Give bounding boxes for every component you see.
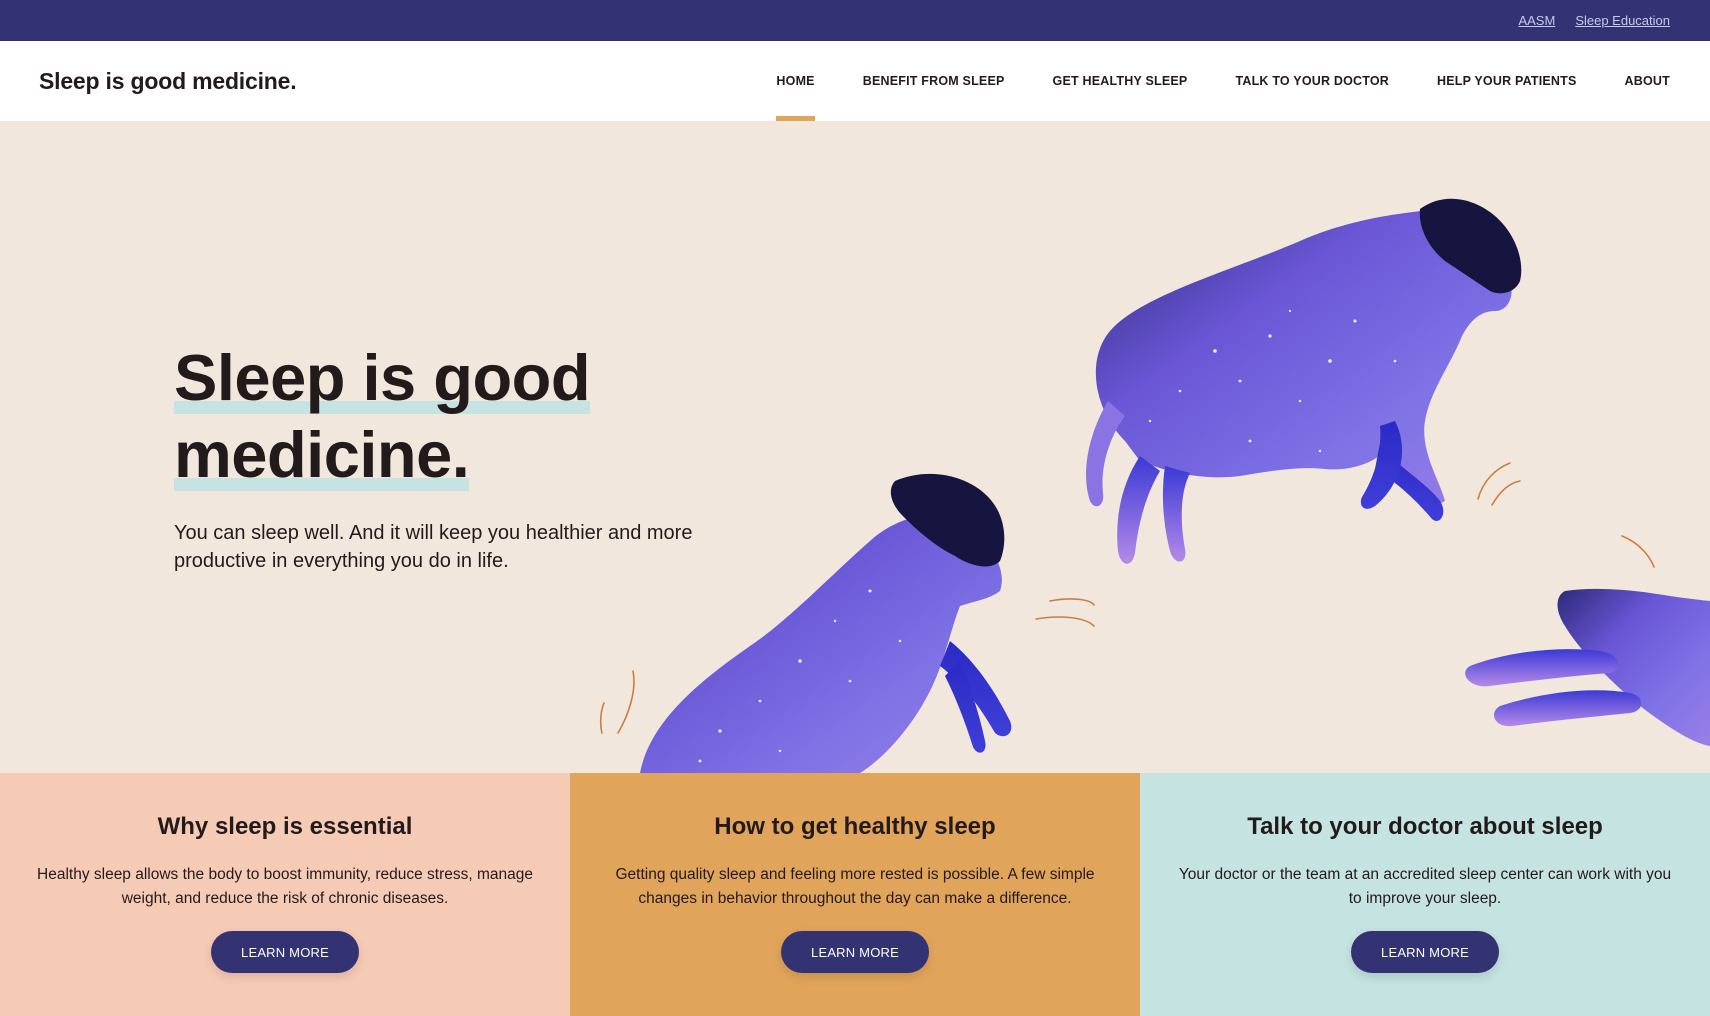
- main-nav: Sleep is good medicine. HOME BENEFIT FRO…: [0, 41, 1710, 121]
- learn-more-button[interactable]: LEARN MORE: [1351, 931, 1499, 973]
- card-why-sleep: Why sleep is essential Healthy sleep all…: [0, 773, 570, 1016]
- sheep-partial: [1465, 588, 1710, 746]
- card-title: How to get healthy sleep: [714, 813, 996, 840]
- aasm-link[interactable]: AASM: [1518, 13, 1555, 28]
- nav-item-help-your-patients[interactable]: HELP YOUR PATIENTS: [1437, 41, 1577, 121]
- hero-subtitle: You can sleep well. And it will keep you…: [174, 522, 693, 572]
- nav-item-home[interactable]: HOME: [776, 41, 816, 121]
- utility-bar: AASM Sleep Education: [0, 0, 1710, 41]
- card-text: Your doctor or the team at an accredited…: [1178, 866, 1672, 907]
- learn-more-button[interactable]: LEARN MORE: [781, 931, 929, 973]
- card-talk-to-doctor: Talk to your doctor about sleep Your doc…: [1140, 773, 1710, 1016]
- hero-text: Sleep is good medicine. You can sleep we…: [174, 339, 774, 575]
- card-text: Healthy sleep allows the body to boost i…: [37, 866, 533, 907]
- sleep-education-link[interactable]: Sleep Education: [1575, 13, 1670, 28]
- nav-item-about[interactable]: ABOUT: [1625, 41, 1670, 121]
- hero-heading: Sleep is good medicine.: [174, 339, 774, 493]
- hero-heading-line-1: Sleep is good: [174, 341, 591, 414]
- hero: Sleep is good medicine. You can sleep we…: [0, 121, 1710, 773]
- nav-item-talk-to-your-doctor[interactable]: TALK TO YOUR DOCTOR: [1235, 41, 1389, 121]
- site-title[interactable]: Sleep is good medicine.: [39, 68, 297, 95]
- hero-heading-line-2: medicine.: [174, 418, 470, 491]
- card-healthy-sleep: How to get healthy sleep Getting quality…: [570, 773, 1140, 1016]
- card-title: Why sleep is essential: [157, 813, 413, 840]
- learn-more-button[interactable]: LEARN MORE: [211, 931, 359, 973]
- sheep-large: [1086, 198, 1522, 564]
- nav-item-get-healthy-sleep[interactable]: GET HEALTHY SLEEP: [1053, 41, 1188, 121]
- card-text: Getting quality sleep and feeling more r…: [615, 866, 1095, 907]
- nav-item-benefit-from-sleep[interactable]: BENEFIT FROM SLEEP: [863, 41, 1005, 121]
- card-title: Talk to your doctor about sleep: [1247, 813, 1603, 840]
- feature-cards: Why sleep is essential Healthy sleep all…: [0, 773, 1710, 1016]
- nav-links: HOME BENEFIT FROM SLEEP GET HEALTHY SLEE…: [728, 41, 1670, 121]
